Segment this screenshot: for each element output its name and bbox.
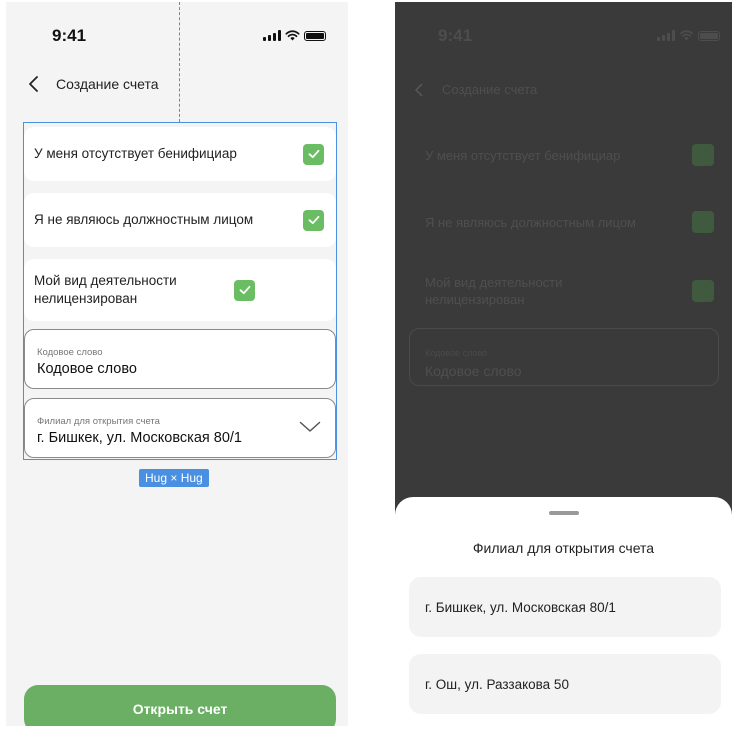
dim-checkbox bbox=[692, 211, 714, 233]
dim-check-label: Мой вид деятельности нелицензирован bbox=[425, 275, 563, 307]
dim-check-label: Я не являюсь должностным лицом bbox=[425, 215, 636, 230]
status-icons bbox=[657, 30, 720, 41]
status-bar: 9:41 bbox=[6, 2, 348, 72]
signal-icon bbox=[263, 30, 281, 41]
status-icons bbox=[263, 30, 326, 41]
branch-option-osh[interactable]: г. Ош, ул. Раззакова 50 bbox=[409, 654, 721, 714]
wifi-icon bbox=[285, 30, 300, 41]
open-account-button[interactable]: Открыть счет bbox=[24, 685, 336, 726]
battery-icon bbox=[698, 30, 720, 41]
status-time: 9:41 bbox=[52, 26, 87, 45]
dim-check-label: У меня отсутствует бенифициар bbox=[425, 148, 621, 163]
back-chevron-icon bbox=[414, 83, 423, 97]
battery-icon bbox=[304, 30, 326, 41]
branch-option-bishkek[interactable]: г. Бишкек, ул. Московская 80/1 bbox=[409, 577, 721, 637]
page-title: Создание счета bbox=[442, 82, 538, 97]
nav-bar: Создание счета bbox=[26, 74, 159, 94]
spacing-guide-line bbox=[179, 2, 180, 122]
branch-bottom-sheet: Филиал для открытия счета г. Бишкек, ул.… bbox=[395, 497, 732, 726]
sheet-title: Филиал для открытия счета bbox=[472, 540, 655, 556]
selection-frame bbox=[23, 122, 337, 460]
dim-codeword-field: Кодовое слово Кодовое слово bbox=[409, 328, 719, 386]
sheet-drag-handle[interactable] bbox=[549, 511, 579, 515]
canvas: 9:41 Создание счета У меня отсутствует б… bbox=[0, 0, 732, 751]
status-time: 9:41 bbox=[438, 26, 473, 45]
dim-checkbox bbox=[692, 280, 714, 302]
dim-codeword-label: Кодовое слово bbox=[425, 348, 488, 358]
right-phone-screen: 9:41 Создание счета У меня отсутствует б… bbox=[395, 2, 732, 726]
dim-codeword-value: Кодовое слово bbox=[425, 363, 522, 379]
dim-checkbox bbox=[692, 144, 714, 166]
back-chevron-icon[interactable] bbox=[26, 74, 42, 94]
left-phone-screen: 9:41 Создание счета У меня отсутствует б… bbox=[6, 2, 348, 726]
size-badge: Hug × Hug bbox=[139, 469, 209, 487]
page-title: Создание счета bbox=[56, 76, 159, 92]
wifi-icon bbox=[679, 30, 694, 41]
signal-icon bbox=[657, 30, 675, 41]
